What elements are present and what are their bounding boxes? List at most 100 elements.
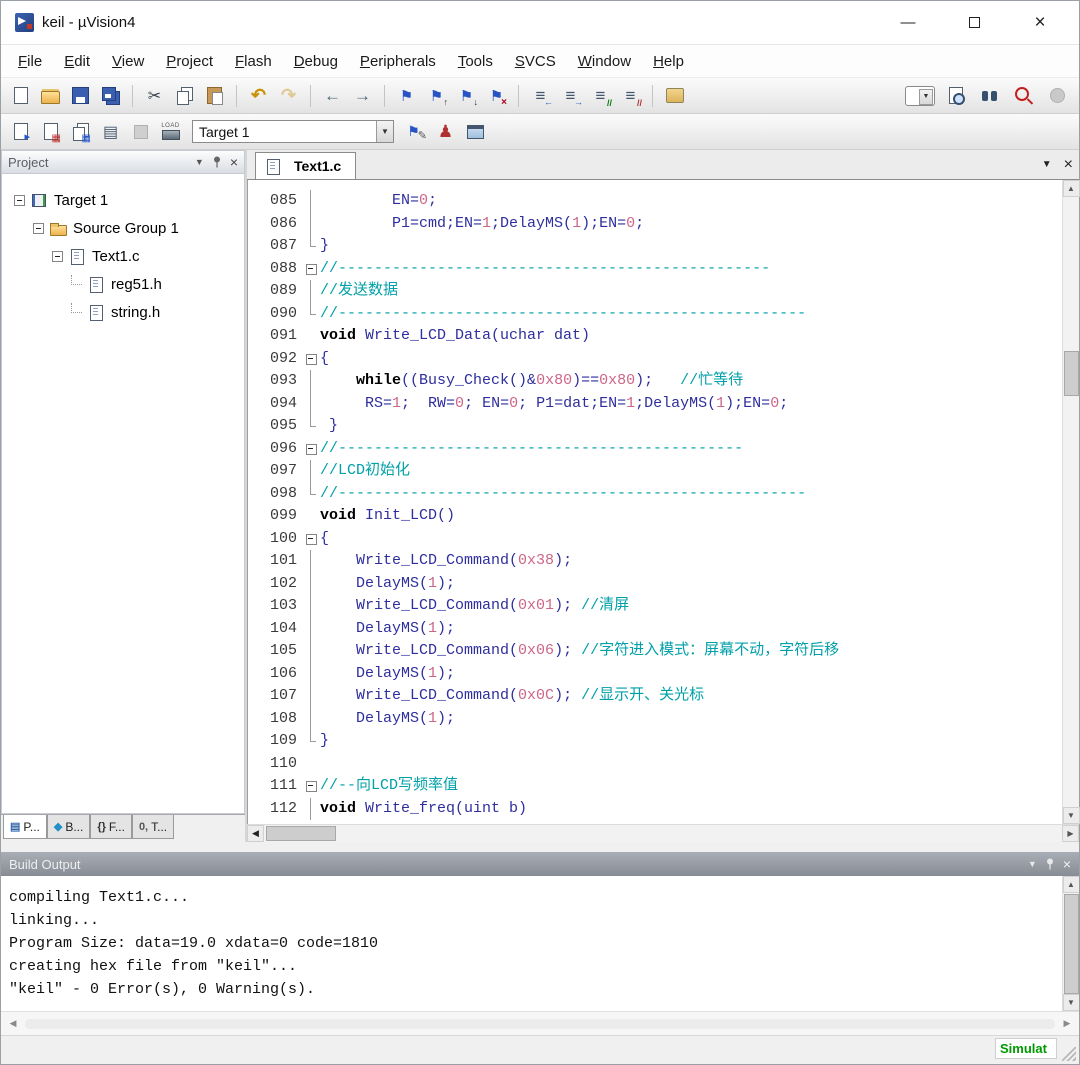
document-tab-text1c[interactable]: Text1.c [255, 152, 357, 179]
panel-menu-icon[interactable]: ▼ [195, 157, 204, 167]
comment-icon[interactable] [587, 83, 614, 109]
menu-item-project[interactable]: Project [155, 49, 224, 74]
editor-vscroll-thumb[interactable] [1064, 351, 1079, 396]
minimize-button[interactable]: — [893, 10, 923, 36]
tree-item-text1-c[interactable]: Text1.c [2, 242, 244, 270]
menu-item-window[interactable]: Window [567, 49, 642, 74]
code-segment: ); [437, 574, 456, 592]
save-all-icon[interactable] [97, 83, 124, 109]
copy-icon[interactable] [171, 83, 198, 109]
tree-item-string-h[interactable]: string.h [2, 298, 244, 326]
menu-item-help[interactable]: Help [642, 49, 695, 74]
fold-collapse-box[interactable] [304, 348, 320, 371]
new-file-icon[interactable] [7, 83, 34, 109]
scroll-down-icon[interactable]: ▼ [1062, 807, 1080, 824]
line-number: 104 [270, 619, 298, 637]
tree-item-reg51-h[interactable]: reg51.h [2, 270, 244, 298]
binoculars-icon[interactable] [976, 83, 1003, 109]
code-text: } [320, 730, 329, 753]
menu-item-peripherals[interactable]: Peripherals [349, 49, 447, 74]
menu-item-edit[interactable]: Edit [53, 49, 101, 74]
fold-margin [304, 302, 320, 326]
save-icon[interactable] [67, 83, 94, 109]
redo-icon[interactable] [275, 83, 302, 109]
window-split-icon[interactable] [462, 119, 489, 145]
batch-build-icon[interactable] [97, 119, 124, 145]
maximize-button[interactable] [959, 10, 989, 36]
menu-item-tools[interactable]: Tools [447, 49, 504, 74]
collapse-box[interactable] [52, 250, 63, 262]
menu-item-view[interactable]: View [101, 49, 155, 74]
editor-horizontal-scrollbar[interactable]: ◀ ▶ [247, 824, 1079, 842]
fold-collapse-box[interactable] [304, 528, 320, 551]
bookmark-next-icon[interactable] [453, 83, 480, 109]
build-output-text[interactable]: compiling Text1.c... linking... Program Si… [1, 876, 1062, 1011]
indent-icon[interactable] [557, 83, 584, 109]
scroll-right-icon[interactable]: ▶ [1062, 825, 1079, 842]
resize-grip[interactable] [1062, 1047, 1076, 1061]
undo-icon[interactable] [245, 83, 272, 109]
panel-tab-3[interactable]: 0, T... [131, 815, 175, 839]
tree-item-target-1[interactable]: Target 1 [2, 186, 244, 214]
menu-item-file[interactable]: File [7, 49, 53, 74]
nav-back-icon[interactable] [319, 83, 346, 109]
code-area[interactable]: 085 EN=0; 086 P1=cmd;EN=1;DelayMS(1);EN=0… [248, 180, 1062, 824]
nav-forward-icon[interactable] [349, 83, 376, 109]
find-combo-icon[interactable] [905, 85, 935, 106]
stop-build-icon[interactable] [127, 119, 154, 145]
panel-tab-1[interactable]: ◆ B... [46, 815, 91, 839]
translate-icon[interactable] [7, 119, 34, 145]
build-vertical-scrollbar[interactable]: ▲ ▼ [1062, 876, 1079, 1011]
collapse-box[interactable] [33, 222, 44, 234]
find-red-icon[interactable] [1010, 83, 1037, 109]
scroll-left-icon[interactable]: ◀ [5, 1018, 21, 1029]
open-folder-icon[interactable] [37, 83, 64, 109]
scroll-left-icon[interactable]: ◀ [247, 825, 264, 842]
build-horizontal-scrollbar[interactable]: ◀ ▶ [1, 1011, 1079, 1035]
load-icon[interactable] [157, 119, 184, 145]
rebuild-icon[interactable] [67, 119, 94, 145]
code-line: 088 //-----------------------------------… [248, 258, 1062, 281]
outdent-icon[interactable] [527, 83, 554, 109]
scroll-up-icon[interactable]: ▲ [1062, 876, 1079, 893]
menu-item-svcs[interactable]: SVCS [504, 49, 567, 74]
paste-icon[interactable] [201, 83, 228, 109]
uncomment-icon[interactable] [617, 83, 644, 109]
panel-tab-2[interactable]: {} F... [90, 815, 132, 839]
document-close-icon[interactable]: × [1064, 156, 1073, 174]
fold-collapse-box[interactable] [304, 438, 320, 461]
panel-close-icon[interactable]: × [230, 154, 238, 170]
scroll-up-icon[interactable]: ▲ [1062, 180, 1080, 197]
build-hscroll-track[interactable] [25, 1018, 1055, 1029]
configure-icon[interactable] [661, 83, 688, 109]
menu-item-debug[interactable]: Debug [283, 49, 349, 74]
bookmark-icon[interactable] [393, 83, 420, 109]
target-options-icon[interactable] [402, 119, 429, 145]
target-select-dropdown-button[interactable]: ▼ [376, 121, 393, 142]
cut-icon[interactable] [141, 83, 168, 109]
menu-item-flash[interactable]: Flash [224, 49, 283, 74]
target-select[interactable]: Target 1 ▼ [192, 120, 394, 143]
scroll-down-icon[interactable]: ▼ [1062, 994, 1079, 1011]
build-icon[interactable] [37, 119, 64, 145]
disabled-dot-icon[interactable] [1044, 83, 1071, 109]
editor-vertical-scrollbar[interactable]: ▲ ▼ [1062, 180, 1080, 824]
bookmark-prev-icon[interactable] [423, 83, 450, 109]
build-vscroll-thumb[interactable] [1064, 894, 1079, 994]
panel-close-icon[interactable]: × [1063, 856, 1071, 872]
document-list-icon[interactable]: ▼ [1042, 159, 1052, 170]
scroll-right-icon[interactable]: ▶ [1059, 1018, 1075, 1029]
pin-icon[interactable] [212, 156, 222, 168]
manage-icon[interactable] [432, 119, 459, 145]
panel-tab-0[interactable]: ▤ P... [3, 815, 47, 839]
editor-hscroll-thumb[interactable] [266, 826, 336, 841]
collapse-box[interactable] [14, 194, 25, 206]
pin-icon[interactable] [1045, 858, 1055, 870]
panel-menu-icon[interactable]: ▼ [1028, 859, 1037, 869]
tree-item-source-group-1[interactable]: Source Group 1 [2, 214, 244, 242]
close-button[interactable]: × [1025, 10, 1055, 36]
fold-collapse-box[interactable] [304, 258, 320, 281]
fold-collapse-box[interactable] [304, 775, 320, 798]
bookmark-clear-icon[interactable] [483, 83, 510, 109]
find-in-files-icon[interactable] [942, 83, 969, 109]
